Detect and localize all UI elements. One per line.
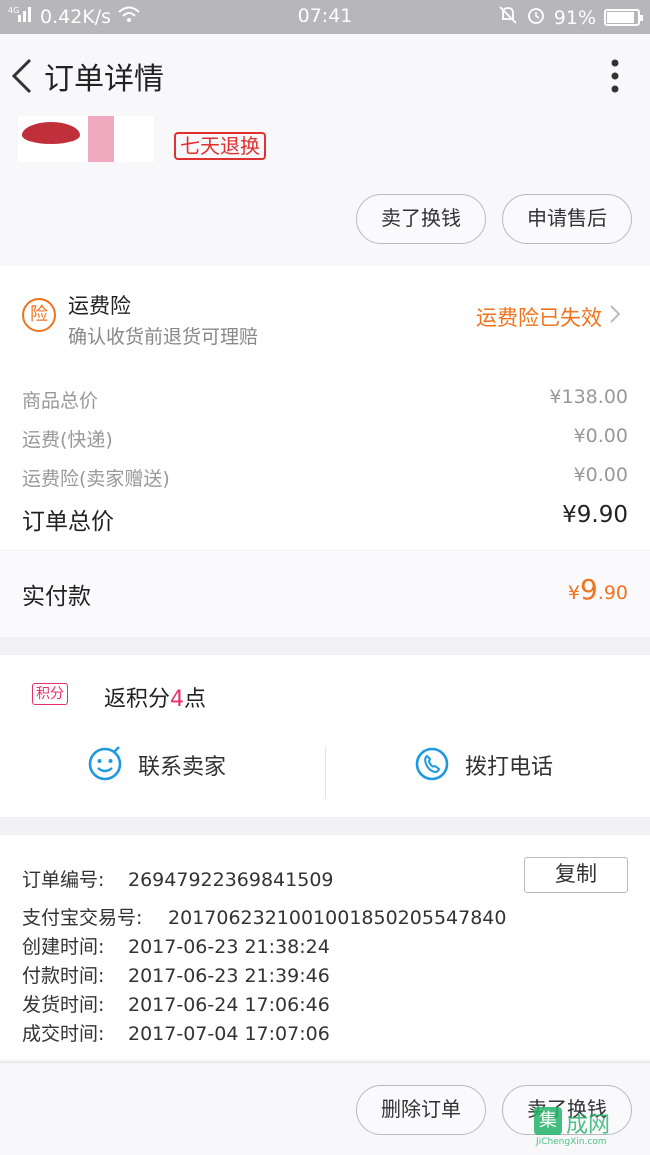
order-info-line: 付款时间: 2017-06-23 21:39:46 (22, 961, 330, 988)
call-phone-button[interactable]: 拨打电话 (415, 747, 554, 781)
price-card: 险 运费险 确认收货前退货可理赔 运费险已失效 商品总价 ¥138.00 运费(… (0, 266, 650, 550)
lipstick-lips-image (22, 122, 80, 144)
more-options-icon[interactable] (610, 58, 620, 94)
back-arrow-icon[interactable] (8, 56, 38, 96)
order-info-line: 支付宝交易号: 2017062321001001850205547840 (22, 903, 506, 930)
paid-integer: 9 (579, 573, 598, 606)
bottom-action-bar: 删除订单 卖了换钱 集 成网 JiChengXin.com (0, 1062, 650, 1155)
info-value: 26947922369841509 (128, 869, 334, 891)
paid-currency: ¥ (567, 582, 580, 604)
points-text: 返积分4点 (104, 681, 206, 713)
chat-smile-icon (88, 746, 122, 781)
fee-value: ¥0.00 (573, 464, 628, 486)
after-sale-button[interactable]: 申请售后 (502, 194, 632, 244)
order-total-row: 订单总价 ¥9.90 (22, 502, 628, 536)
insurance-status-link[interactable]: 运费险已失效 (476, 302, 602, 332)
fee-row: 运费险(卖家赠送) ¥0.00 (22, 464, 628, 491)
watermark-text: 成网 (566, 1113, 611, 1138)
call-phone-label: 拨打电话 (465, 755, 554, 780)
mute-bell-icon (498, 5, 518, 30)
insurance-subtitle: 确认收货前退货可理赔 (68, 326, 259, 348)
points-count: 4 (170, 687, 185, 712)
paid-label: 实付款 (22, 584, 91, 610)
points-suffix: 点 (184, 687, 207, 712)
chevron-right-icon[interactable] (606, 302, 624, 326)
order-info-line: 订单编号: 26947922369841509 (22, 865, 334, 892)
order-total-label: 订单总价 (22, 509, 114, 535)
paid-card: 实付款 ¥9.90 (0, 551, 650, 637)
copy-button[interactable]: 复制 (524, 857, 628, 893)
delete-order-button[interactable]: 删除订单 (356, 1085, 486, 1135)
product-thumbnail[interactable] (18, 116, 154, 162)
order-info-line: 发货时间: 2017-06-24 17:06:46 (22, 990, 330, 1017)
fee-row: 运费(快递) ¥0.00 (22, 425, 628, 452)
info-value: 2017-06-23 21:39:46 (128, 965, 330, 987)
fee-row: 商品总价 ¥138.00 (22, 386, 628, 413)
info-key: 订单编号: (22, 869, 105, 891)
divider (325, 747, 326, 799)
order-info-card: 复制 订单编号: 26947922369841509 支付宝交易号: 2017062… (0, 835, 650, 1060)
paid-value: ¥9.90 (568, 573, 628, 606)
paid-decimal: .90 (597, 582, 628, 604)
seven-day-return-tag: 七天退换 (174, 132, 266, 160)
phone-icon (415, 747, 449, 781)
points-badge: 积分 (32, 683, 68, 705)
watermark-logo: 集 (534, 1107, 562, 1135)
alarm-icon (526, 5, 546, 30)
points-contact-card: 积分 返积分4点 联系卖家 拨打电话 (0, 655, 650, 817)
info-key: 付款时间: (22, 965, 105, 987)
order-total-value: ¥9.90 (562, 502, 628, 528)
fee-label: 商品总价 (22, 390, 99, 412)
nav-bar: 订单详情 (0, 34, 650, 116)
contact-seller-button[interactable]: 联系卖家 (88, 746, 227, 781)
order-info-line: 创建时间: 2017-06-23 21:38:24 (22, 932, 330, 959)
watermark-url: JiChengXin.com (536, 1137, 607, 1147)
battery-fill (607, 12, 635, 23)
site-watermark: 集 成网 JiChengXin.com (534, 1107, 642, 1147)
lipstick-tube-image (88, 116, 114, 162)
contact-seller-label: 联系卖家 (138, 755, 227, 780)
fee-label: 运费(快递) (22, 429, 113, 451)
info-value: 2017-06-24 17:06:46 (128, 994, 330, 1016)
battery-percent: 91% (553, 6, 596, 29)
product-section: 七天退换 卖了换钱 申请售后 (0, 116, 650, 266)
fee-label: 运费险(卖家赠送) (22, 468, 170, 490)
info-value: 2017-07-04 17:07:06 (128, 1023, 330, 1045)
page-title: 订单详情 (44, 62, 164, 97)
insurance-title: 运费险 (68, 294, 131, 318)
sell-for-cash-button[interactable]: 卖了换钱 (356, 194, 486, 244)
order-info-line: 成交时间: 2017-07-04 17:07:06 (22, 1019, 330, 1046)
battery-icon (604, 9, 643, 26)
insurance-icon: 险 (22, 298, 56, 332)
info-value: 2017-06-23 21:38:24 (128, 936, 330, 958)
fee-value: ¥0.00 (573, 425, 628, 447)
info-key: 发货时间: (22, 994, 105, 1016)
info-key: 成交时间: (22, 1023, 105, 1045)
info-key: 支付宝交易号: (22, 907, 143, 929)
fee-value: ¥138.00 (549, 386, 628, 408)
points-prefix: 返积分 (104, 687, 171, 712)
status-bar: 4G 0.42K/s 07:41 91% (0, 0, 650, 34)
info-key: 创建时间: (22, 936, 105, 958)
info-value: 2017062321001001850205547840 (168, 907, 507, 929)
